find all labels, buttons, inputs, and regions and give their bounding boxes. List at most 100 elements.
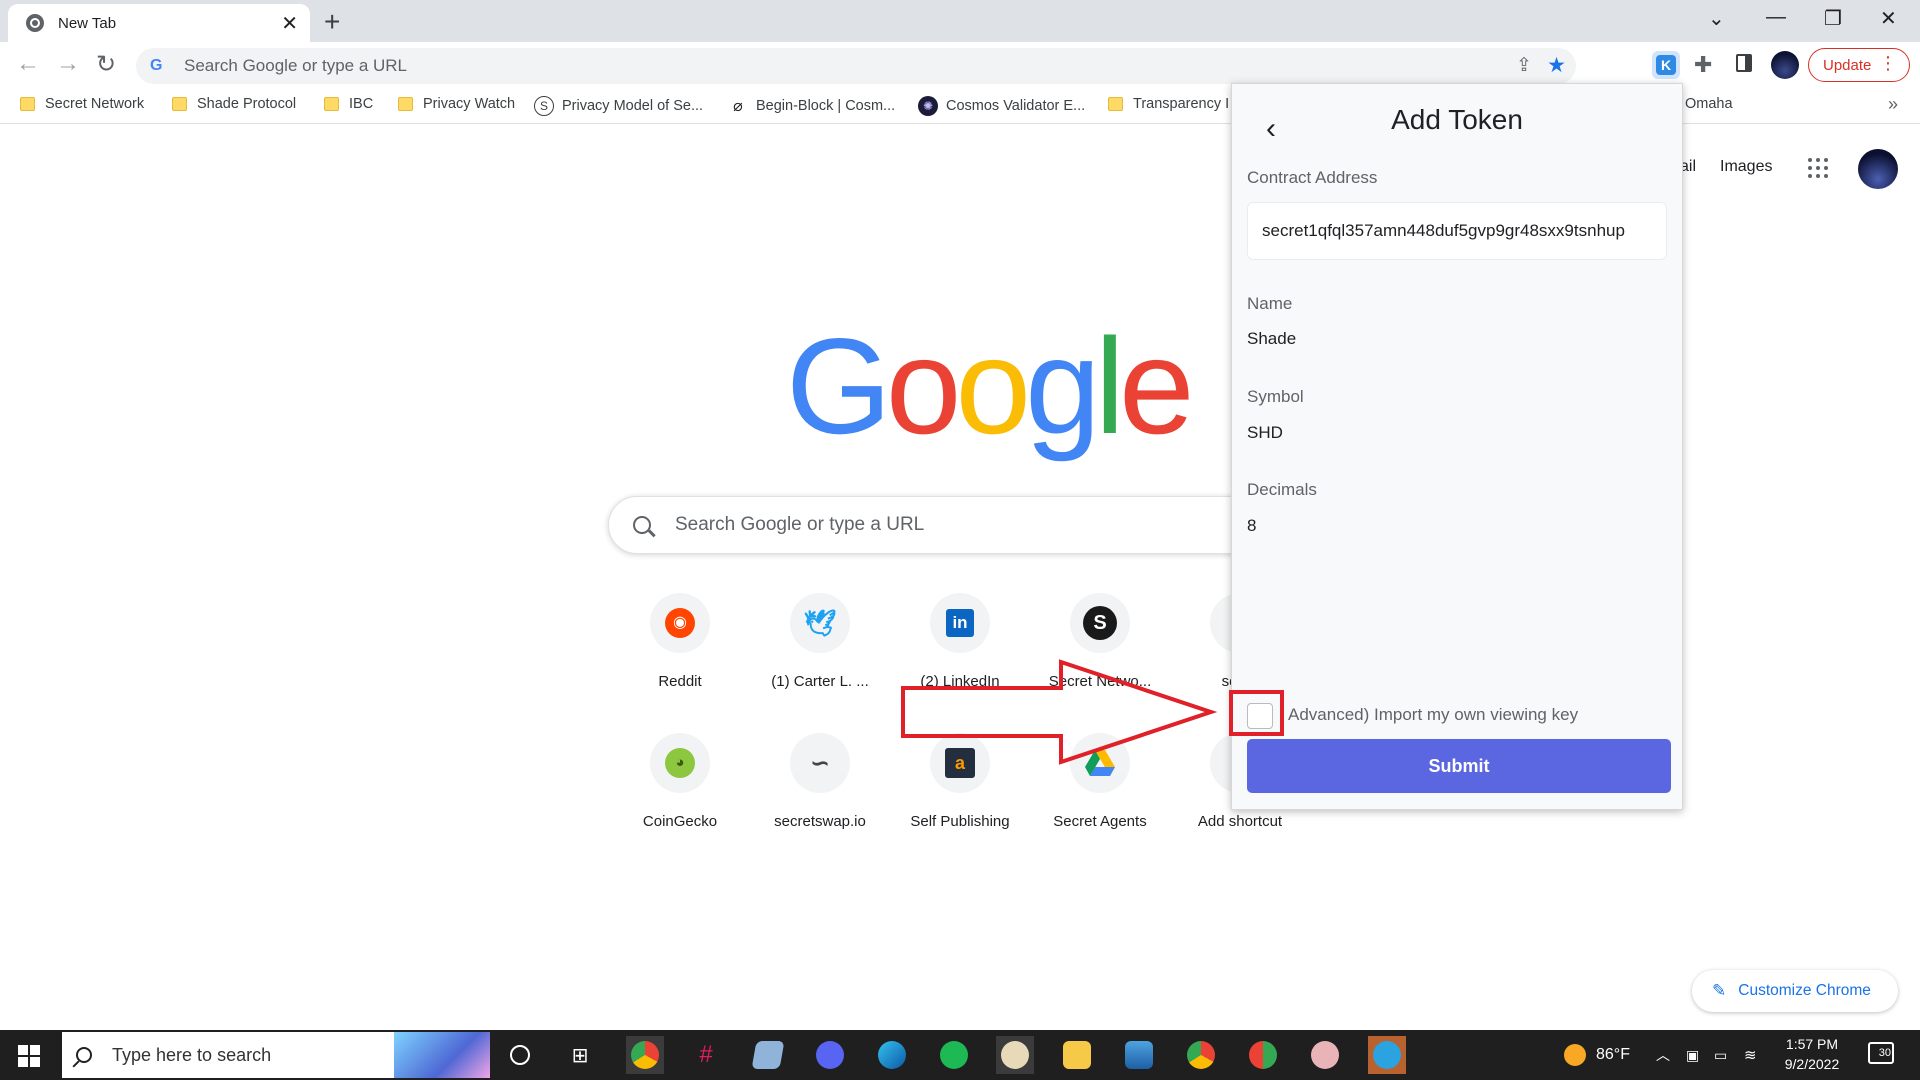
keplr-extension-icon[interactable]: K [1652, 51, 1680, 79]
shortcut-label: Reddit [658, 673, 702, 690]
bookmarks-overflow-icon[interactable]: » [1888, 94, 1898, 115]
minimize-button[interactable]: — [1766, 6, 1786, 29]
shortcut-secretswap[interactable]: ∽ secretswap.io [750, 733, 890, 830]
reload-icon[interactable]: ↻ [96, 50, 116, 79]
shortcut-coingecko[interactable]: ◕ CoinGecko [610, 733, 750, 830]
weather-temp: 86°F [1596, 1046, 1630, 1063]
cortana-icon[interactable] [501, 1036, 539, 1074]
chrome-icon [26, 14, 44, 32]
extensions-puzzle-icon[interactable]: ✚ [1694, 52, 1712, 78]
omnibox[interactable]: G Search Google or type a URL ⇪ ★ [136, 48, 1576, 84]
logo-letter: l [1094, 310, 1125, 462]
bookmark-item[interactable]: Omaha [1685, 96, 1733, 112]
taskbar-clock[interactable]: 1:57 PM 9/2/2022 [1770, 1034, 1854, 1074]
tab-search-icon[interactable]: ⌄ [1708, 6, 1725, 31]
begin-block-icon: ⌀ [733, 98, 743, 115]
battery-icon[interactable]: ▭ [1714, 1030, 1727, 1080]
chrome-taskbar-icon[interactable] [626, 1036, 664, 1074]
taskbar-search-box[interactable]: Type here to search [62, 1032, 490, 1078]
logo-letter: e [1118, 310, 1195, 462]
annotation-arrow [901, 659, 1218, 765]
customize-label: Customize Chrome [1738, 982, 1871, 999]
spotify-icon[interactable] [935, 1036, 973, 1074]
chrome-profile-2-icon[interactable] [1244, 1036, 1282, 1074]
bookmark-item[interactable]: Shade Protocol [172, 96, 296, 112]
bookmark-star-icon[interactable]: ★ [1547, 53, 1566, 78]
window-close-button[interactable]: ✕ [1880, 6, 1897, 31]
contract-address-input[interactable]: secret1qfql357amn448duf5gvp9gr48sxx9tsnh… [1247, 202, 1667, 260]
secretswap-icon: ∽ [790, 733, 850, 793]
device-icon[interactable]: ▣ [1686, 1030, 1699, 1080]
snip-sketch-icon[interactable] [1306, 1036, 1344, 1074]
folder-icon [20, 97, 35, 111]
close-icon[interactable]: ✕ [281, 11, 298, 36]
tab-new-tab[interactable]: New Tab ✕ [8, 4, 310, 42]
photos-icon[interactable] [1120, 1036, 1158, 1074]
decimals-label: Decimals [1247, 480, 1317, 499]
share-icon[interactable]: ⇪ [1516, 54, 1532, 77]
notepad-icon[interactable] [749, 1036, 787, 1074]
search-icon [633, 516, 651, 534]
back-icon[interactable]: ← [16, 50, 40, 78]
name-label: Name [1247, 294, 1293, 313]
restore-button[interactable]: ❐ [1824, 6, 1842, 31]
bookmark-item[interactable]: Secret Network [20, 96, 144, 112]
images-link[interactable]: Images [1720, 158, 1772, 176]
popup-title: Add Token [1391, 104, 1523, 135]
bookmark-label: Omaha [1685, 96, 1733, 112]
tab-title: New Tab [58, 14, 117, 32]
task-view-icon[interactable]: ⊞ [561, 1036, 599, 1074]
bookmark-item[interactable]: S Privacy Model of Se... [534, 96, 703, 116]
file-explorer-icon[interactable] [1058, 1036, 1096, 1074]
new-tab-button[interactable]: + [324, 6, 340, 38]
bookmark-label: Cosmos Validator E... [946, 98, 1086, 114]
tray-chevron-icon[interactable]: ︿ [1656, 1030, 1670, 1080]
ntp-search-box[interactable]: Search Google or type a URL [608, 496, 1268, 554]
windows-taskbar: Type here to search ⊞ # 86°F ︿ ▣ ▭ ≋ 1:5… [0, 1030, 1920, 1080]
paint-icon[interactable] [996, 1036, 1034, 1074]
google-g-icon: G [150, 57, 163, 74]
secret-s-icon: S [534, 96, 554, 116]
shortcut-twitter[interactable]: 🕊 (1) Carter L. ... [750, 593, 890, 690]
bookmark-label: Begin-Block | Cosm... [756, 98, 896, 114]
telegram-icon[interactable] [1368, 1036, 1406, 1074]
more-icon: ⋮ [1879, 53, 1897, 73]
notification-count: 30 [1878, 1047, 1891, 1059]
edge-icon[interactable] [873, 1036, 911, 1074]
name-value: Shade [1247, 329, 1297, 348]
bookmark-item[interactable]: ✺ Cosmos Validator E... [918, 96, 1085, 116]
folder-icon [1108, 97, 1123, 111]
bookmark-item[interactable]: IBC [324, 96, 373, 112]
customize-chrome-button[interactable]: ✎ Customize Chrome [1692, 970, 1898, 1012]
bookmark-item[interactable]: Transparency I [1108, 96, 1229, 112]
add-token-popup: ‹ Add Token Contract Address secret1qfql… [1231, 83, 1683, 810]
shortcut-label: (1) Carter L. ... [771, 673, 869, 690]
bookmark-label: Privacy Watch [423, 96, 516, 112]
slack-icon[interactable]: # [687, 1036, 725, 1074]
forward-icon[interactable]: → [56, 50, 80, 78]
update-label: Update [1823, 56, 1872, 74]
windows-start-icon[interactable] [18, 1045, 40, 1067]
weather-widget[interactable]: 86°F [1564, 1030, 1630, 1080]
google-apps-icon[interactable] [1808, 158, 1828, 178]
symbol-value: SHD [1247, 423, 1283, 442]
chrome-profile-icon[interactable] [1182, 1036, 1220, 1074]
shortcut-reddit[interactable]: ◉ Reddit [610, 593, 750, 690]
secret-network-icon: S [1070, 593, 1130, 653]
wifi-icon[interactable]: ≋ [1744, 1030, 1757, 1080]
twitter-icon: 🕊 [790, 593, 850, 653]
bookmark-item[interactable]: ⌀ Begin-Block | Cosm... [728, 96, 895, 116]
update-button[interactable]: Update ⋮ [1808, 48, 1910, 82]
profile-avatar[interactable] [1771, 51, 1799, 79]
coingecko-icon: ◕ [650, 733, 710, 793]
notification-center-icon[interactable]: 30 [1868, 1042, 1894, 1064]
bookmark-label: IBC [349, 96, 374, 112]
submit-button[interactable]: Submit [1247, 739, 1671, 793]
discord-icon[interactable] [811, 1036, 849, 1074]
shortcut-label: Add shortcut [1197, 813, 1283, 830]
side-panel-icon[interactable] [1736, 54, 1752, 72]
shortcut-label: Self Publishing [910, 813, 1010, 830]
bookmark-item[interactable]: Privacy Watch [398, 96, 515, 112]
folder-icon [398, 97, 413, 111]
account-avatar[interactable] [1858, 149, 1898, 189]
